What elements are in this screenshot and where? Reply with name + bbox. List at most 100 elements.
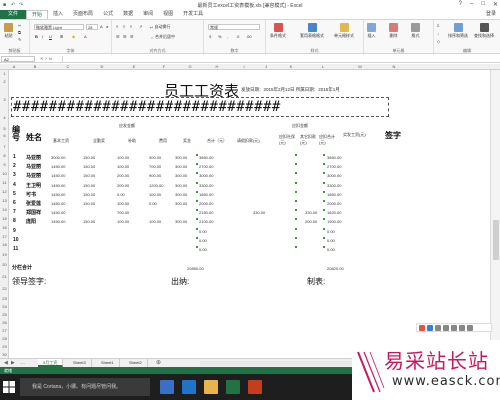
autosum-icon[interactable]: Σ (437, 23, 439, 28)
cell-full-attend[interactable]: 150.00 (83, 164, 95, 169)
task-view-icon[interactable] (160, 380, 174, 394)
align-center-icon[interactable]: ☰ (123, 34, 127, 39)
header-total[interactable]: 合计（元） (207, 138, 227, 144)
cell-styles-button[interactable]: 单元格样式 (334, 23, 354, 39)
font-color-icon[interactable]: A (84, 34, 87, 39)
cell-overtime[interactable]: 100.00 (149, 192, 161, 197)
cell-name[interactable]: 马亚丽 (26, 163, 41, 170)
merge-center-button[interactable]: ⇔ 合并后居中 (150, 34, 175, 40)
file-explorer-icon[interactable] (204, 380, 218, 394)
error-indicator-icon[interactable] (295, 154, 297, 156)
error-indicator-icon[interactable] (323, 181, 325, 184)
error-indicator-icon[interactable] (295, 190, 297, 193)
cell-name[interactable]: 马亚丽 (26, 154, 41, 161)
italic-icon[interactable]: I (42, 34, 43, 39)
cell-total[interactable]: 2700.00 (199, 164, 213, 169)
cell-bonus[interactable]: 300.00 (175, 164, 187, 169)
cell-full-attend[interactable]: 150.00 (83, 183, 95, 188)
cell-subsidy[interactable]: 100.00 (117, 164, 129, 169)
sheet-tab-sheet1[interactable]: Sheet1 (96, 359, 120, 367)
orientation-icon[interactable]: ↗ (139, 24, 142, 29)
tab-view[interactable]: 视图 (158, 10, 178, 19)
row-header[interactable]: 13 (0, 198, 9, 203)
header-sign[interactable]: 签字 (385, 130, 401, 141)
find-select-button[interactable]: 查找和选择 (474, 23, 494, 39)
align-bottom-icon[interactable]: ≡ (130, 24, 132, 29)
cell-total[interactable]: 3000.00 (199, 173, 213, 178)
cell-actual[interactable]: 1900.00 (327, 219, 341, 224)
cancel-icon[interactable]: ✕ (40, 56, 43, 61)
error-indicator-icon[interactable] (295, 181, 297, 184)
row-header[interactable]: 29 (0, 344, 9, 349)
cell-no[interactable]: 6 (13, 200, 16, 206)
error-indicator-icon[interactable] (323, 246, 325, 248)
cell-actual[interactable]: 3000.00 (327, 173, 341, 178)
ime-tools-icon[interactable] (467, 324, 473, 331)
error-indicator-icon[interactable] (196, 209, 198, 212)
error-indicator-icon[interactable] (196, 200, 198, 202)
paste-button[interactable]: 粘贴 (4, 23, 13, 39)
row-header[interactable]: 1 (0, 71, 9, 76)
align-right-icon[interactable]: ☰ (130, 34, 134, 39)
cell-deduct-total[interactable]: 200.00 (305, 219, 317, 224)
header-full-attend[interactable]: 全勤奖 (93, 138, 105, 144)
header-name[interactable]: 姓名 (26, 132, 42, 143)
row-header[interactable]: 24 (0, 304, 9, 309)
row-header[interactable]: 9 (0, 162, 9, 167)
font-name-select[interactable]: 微软雅黑 Light (34, 24, 84, 30)
format-cells-button[interactable]: 格式 (411, 23, 420, 39)
cell-full-attend[interactable]: 150.00 (83, 201, 95, 206)
cell-no[interactable]: 10 (13, 237, 19, 243)
cell-subsidy[interactable]: 200.00 (117, 173, 129, 178)
row-header[interactable]: 2 (0, 79, 9, 84)
align-top-icon[interactable]: ≡ (116, 24, 118, 29)
powerpoint-taskbar-icon[interactable] (248, 380, 262, 394)
cell-total[interactable]: 0.00 (199, 247, 207, 252)
header-actual[interactable]: 实发工资(元) (343, 132, 366, 138)
cell-total[interactable]: 2100.00 (199, 219, 213, 224)
maximize-icon[interactable]: □ (481, 1, 485, 8)
cell-bonus[interactable]: 300.00 (175, 183, 187, 188)
header-no[interactable]: 编号 (12, 126, 20, 142)
tab-review[interactable]: 审阅 (138, 10, 158, 19)
row-header[interactable]: 16 (0, 225, 9, 230)
error-indicator-icon[interactable] (323, 209, 325, 212)
cell-full-attend[interactable]: 150.00 (83, 155, 95, 160)
sheet-tab-sheet2[interactable]: Sheet2 (124, 359, 148, 367)
row-header[interactable]: 6 (0, 133, 9, 138)
align-middle-icon[interactable]: ≡ (123, 24, 125, 29)
ime-keyboard-icon[interactable] (451, 324, 457, 331)
error-indicator-icon[interactable] (196, 154, 198, 156)
header-other[interactable]: 其它扣款(元) (300, 134, 318, 146)
tab-file[interactable]: 文件 (0, 10, 27, 19)
worksheet[interactable]: 员工工资表 发放日期：2015年2月12日 所属日期：2015年1月 #####… (9, 70, 490, 358)
underline-icon[interactable]: U (49, 34, 52, 39)
cell-actual[interactable]: 2000.00 (327, 201, 341, 206)
comma-icon[interactable]: , (227, 34, 228, 39)
decrease-decimal-icon[interactable]: .00 (246, 34, 252, 39)
cell-name[interactable]: 可书 (26, 191, 36, 198)
error-indicator-icon[interactable] (295, 172, 297, 175)
header-deduct-total[interactable]: 应扣合计(元) (319, 134, 339, 146)
wrap-text-button[interactable]: ↵ 自动换行 (150, 24, 170, 30)
row-header[interactable]: 20 (0, 262, 9, 267)
cell-total[interactable]: 2000.00 (199, 201, 213, 206)
ime-lang-icon[interactable] (427, 324, 433, 331)
error-indicator-icon[interactable] (323, 200, 325, 202)
row-header[interactable]: 8 (0, 153, 9, 158)
cell-bonus[interactable]: 300.00 (175, 201, 187, 206)
cut-icon[interactable]: ✂ (18, 23, 21, 28)
sort-filter-button[interactable]: 排序和筛选 (448, 23, 468, 39)
cell-total[interactable]: 2150.00 (199, 210, 213, 215)
cell-no[interactable]: 3 (13, 172, 16, 178)
tab-page-layout[interactable]: 页面布局 (68, 10, 98, 19)
cell-subsidy[interactable]: 100.00 (117, 219, 129, 224)
error-indicator-icon[interactable] (295, 218, 297, 221)
cell-base[interactable]: 1450.00 (51, 192, 65, 197)
error-indicator-icon[interactable] (295, 200, 297, 202)
insert-cells-button[interactable]: 插入 (367, 23, 376, 39)
cell-full-attend[interactable]: 150.00 (83, 173, 95, 178)
cell-actual[interactable]: 1620.00 (327, 210, 341, 215)
cell-bonus[interactable]: 300.00 (175, 155, 187, 160)
row-header[interactable]: 4 (0, 115, 9, 120)
